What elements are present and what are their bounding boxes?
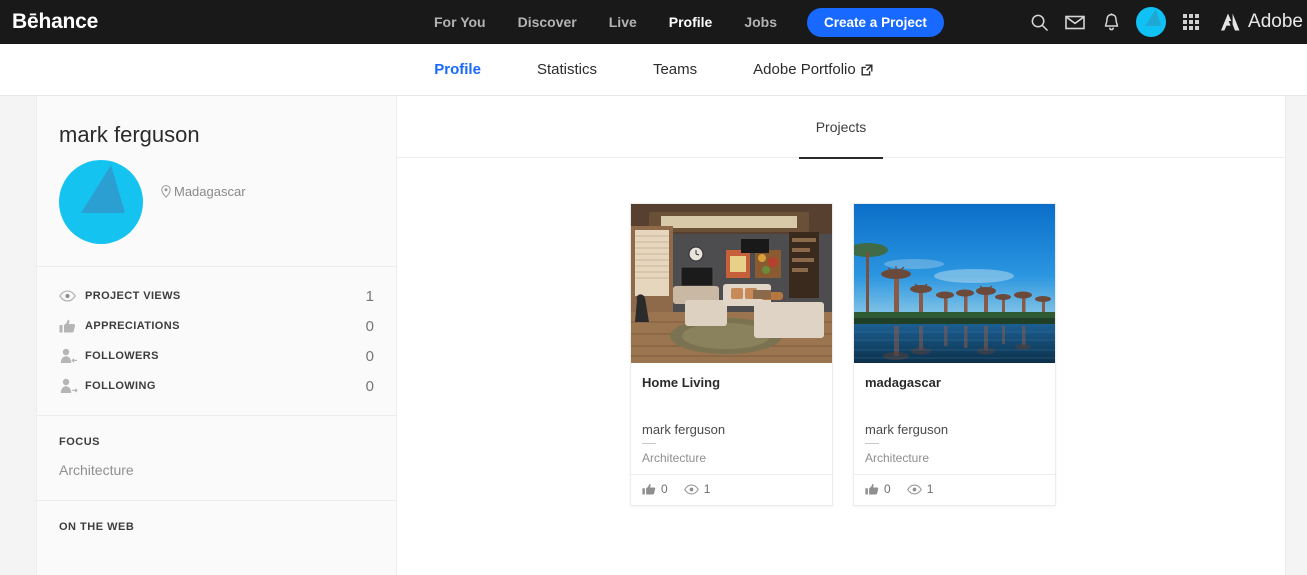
search-icon[interactable] — [1021, 0, 1057, 44]
appreciations-count: 0 — [661, 482, 668, 496]
project-title[interactable]: madagascar — [865, 375, 1044, 390]
stat-appreciations: APPRECIATIONS 0 — [59, 311, 374, 341]
project-views[interactable]: 1 — [906, 482, 934, 496]
behance-logo[interactable]: Bēhance — [12, 10, 98, 34]
tab-profile-label: Profile — [434, 60, 481, 78]
stat-followers: FOLLOWERS 0 — [59, 341, 374, 371]
project-field: Architecture — [642, 451, 707, 465]
avatar-triangle-shape — [81, 165, 125, 213]
on-the-web-block: ON THE WEB — [37, 501, 396, 569]
create-a-project-button[interactable]: Create a Project — [807, 7, 944, 37]
stat-value: 1 — [365, 287, 374, 305]
views-count: 1 — [703, 482, 711, 496]
nav-utility-icons: Adobe — [1021, 0, 1307, 44]
project-appreciations[interactable]: 0 — [642, 482, 668, 496]
tab-adobe-portfolio-label: Adobe Portfolio — [753, 60, 856, 78]
project-field: Architecture — [865, 451, 930, 465]
location-pin-icon — [161, 185, 171, 198]
adobe-logo-icon — [1221, 13, 1240, 31]
project-card-body: madagascar mark ferguson Architecture — [854, 363, 1055, 474]
tab-statistics-label: Statistics — [536, 60, 597, 78]
tab-projects-label: Projects — [815, 118, 867, 135]
project-owner[interactable]: mark ferguson — [865, 422, 1044, 437]
adobe-label: Adobe — [1248, 11, 1303, 32]
following-icon — [59, 378, 85, 394]
adobe-brand-link[interactable]: Adobe — [1209, 11, 1307, 33]
divider-dash — [865, 443, 879, 444]
on-the-web-title: ON THE WEB — [59, 521, 135, 533]
content-tab-bar: Projects — [397, 96, 1285, 159]
eye-icon — [59, 290, 85, 302]
stat-label: APPRECIATIONS — [85, 320, 180, 332]
avatar-triangle-shape — [1145, 8, 1162, 26]
apps-grid-icon[interactable] — [1173, 0, 1209, 44]
profile-stats: PROJECT VIEWS 1 APPRECIATIONS 0 FOLLOWER… — [37, 267, 396, 415]
main-content: Projects Home Living mark ferguson Archi… — [397, 96, 1286, 575]
project-title[interactable]: Home Living — [642, 375, 821, 390]
eye-icon — [683, 484, 699, 494]
project-card-footer: 0 1 — [854, 474, 1055, 505]
tab-adobe-portfolio[interactable]: Adobe Portfolio — [725, 44, 901, 96]
appreciations-count: 0 — [884, 482, 891, 496]
focus-block: FOCUS Architecture — [37, 416, 396, 500]
eye-icon — [906, 484, 922, 494]
main-nav-links: For You Discover Live Profile Jobs Creat… — [434, 0, 944, 44]
profile-header-block: mark ferguson Madagascar — [37, 96, 396, 266]
profile-name: mark ferguson — [59, 122, 200, 147]
tab-projects[interactable]: Projects — [798, 96, 883, 159]
project-card-body: Home Living mark ferguson Architecture — [631, 363, 832, 474]
profile-location-label: Madagascar — [174, 184, 246, 199]
profile-subnav: Profile Statistics Teams Adobe Portfolio — [0, 44, 1307, 96]
stat-value: 0 — [365, 377, 374, 395]
nav-link-jobs[interactable]: Jobs — [728, 0, 793, 44]
nav-link-profile[interactable]: Profile — [653, 0, 729, 44]
project-card[interactable]: madagascar mark ferguson Architecture 0 … — [853, 203, 1056, 506]
profile-location: Madagascar — [161, 184, 246, 199]
project-owner[interactable]: mark ferguson — [642, 422, 821, 437]
thumbs-up-icon — [642, 483, 656, 494]
nav-link-live[interactable]: Live — [593, 0, 653, 44]
divider-dash — [642, 443, 656, 444]
mail-icon[interactable] — [1057, 0, 1093, 44]
profile-avatar[interactable] — [59, 160, 143, 244]
user-avatar[interactable] — [1136, 7, 1167, 37]
tab-statistics[interactable]: Statistics — [509, 44, 625, 96]
focus-value: Architecture — [59, 462, 134, 478]
stat-label: FOLLOWING — [85, 380, 156, 392]
thumbs-up-icon — [59, 319, 85, 334]
stat-value: 0 — [365, 317, 374, 335]
external-link-icon — [861, 64, 873, 75]
stat-label: PROJECT VIEWS — [85, 290, 181, 302]
stat-label: FOLLOWERS — [85, 350, 159, 362]
focus-title: FOCUS — [59, 436, 100, 448]
stat-project-views: PROJECT VIEWS 1 — [59, 281, 374, 311]
projects-grid: Home Living mark ferguson Architecture 0… — [397, 158, 1285, 506]
top-navigation-bar: Bēhance For You Discover Live Profile Jo… — [0, 0, 1307, 44]
project-thumbnail-interior-living-room[interactable] — [631, 204, 832, 363]
tab-profile[interactable]: Profile — [406, 44, 509, 96]
nav-link-for-you[interactable]: For You — [434, 0, 502, 44]
bell-icon[interactable] — [1093, 0, 1129, 44]
stat-value: 0 — [365, 347, 374, 365]
views-count: 1 — [926, 482, 934, 496]
nav-link-discover[interactable]: Discover — [502, 0, 593, 44]
project-thumbnail-baobab-trees-landscape[interactable] — [854, 204, 1055, 363]
thumbs-up-icon — [865, 483, 879, 494]
follower-icon — [59, 348, 85, 364]
tab-teams[interactable]: Teams — [625, 44, 725, 96]
profile-sidebar: mark ferguson Madagascar PROJECT VIEWS 1 — [36, 96, 397, 575]
tab-teams-label: Teams — [652, 60, 698, 78]
project-card-footer: 0 1 — [631, 474, 832, 505]
stat-following: FOLLOWING 0 — [59, 371, 374, 401]
project-card[interactable]: Home Living mark ferguson Architecture 0… — [630, 203, 833, 506]
project-views[interactable]: 1 — [683, 482, 711, 496]
page-body: mark ferguson Madagascar PROJECT VIEWS 1 — [0, 96, 1307, 575]
project-appreciations[interactable]: 0 — [865, 482, 891, 496]
